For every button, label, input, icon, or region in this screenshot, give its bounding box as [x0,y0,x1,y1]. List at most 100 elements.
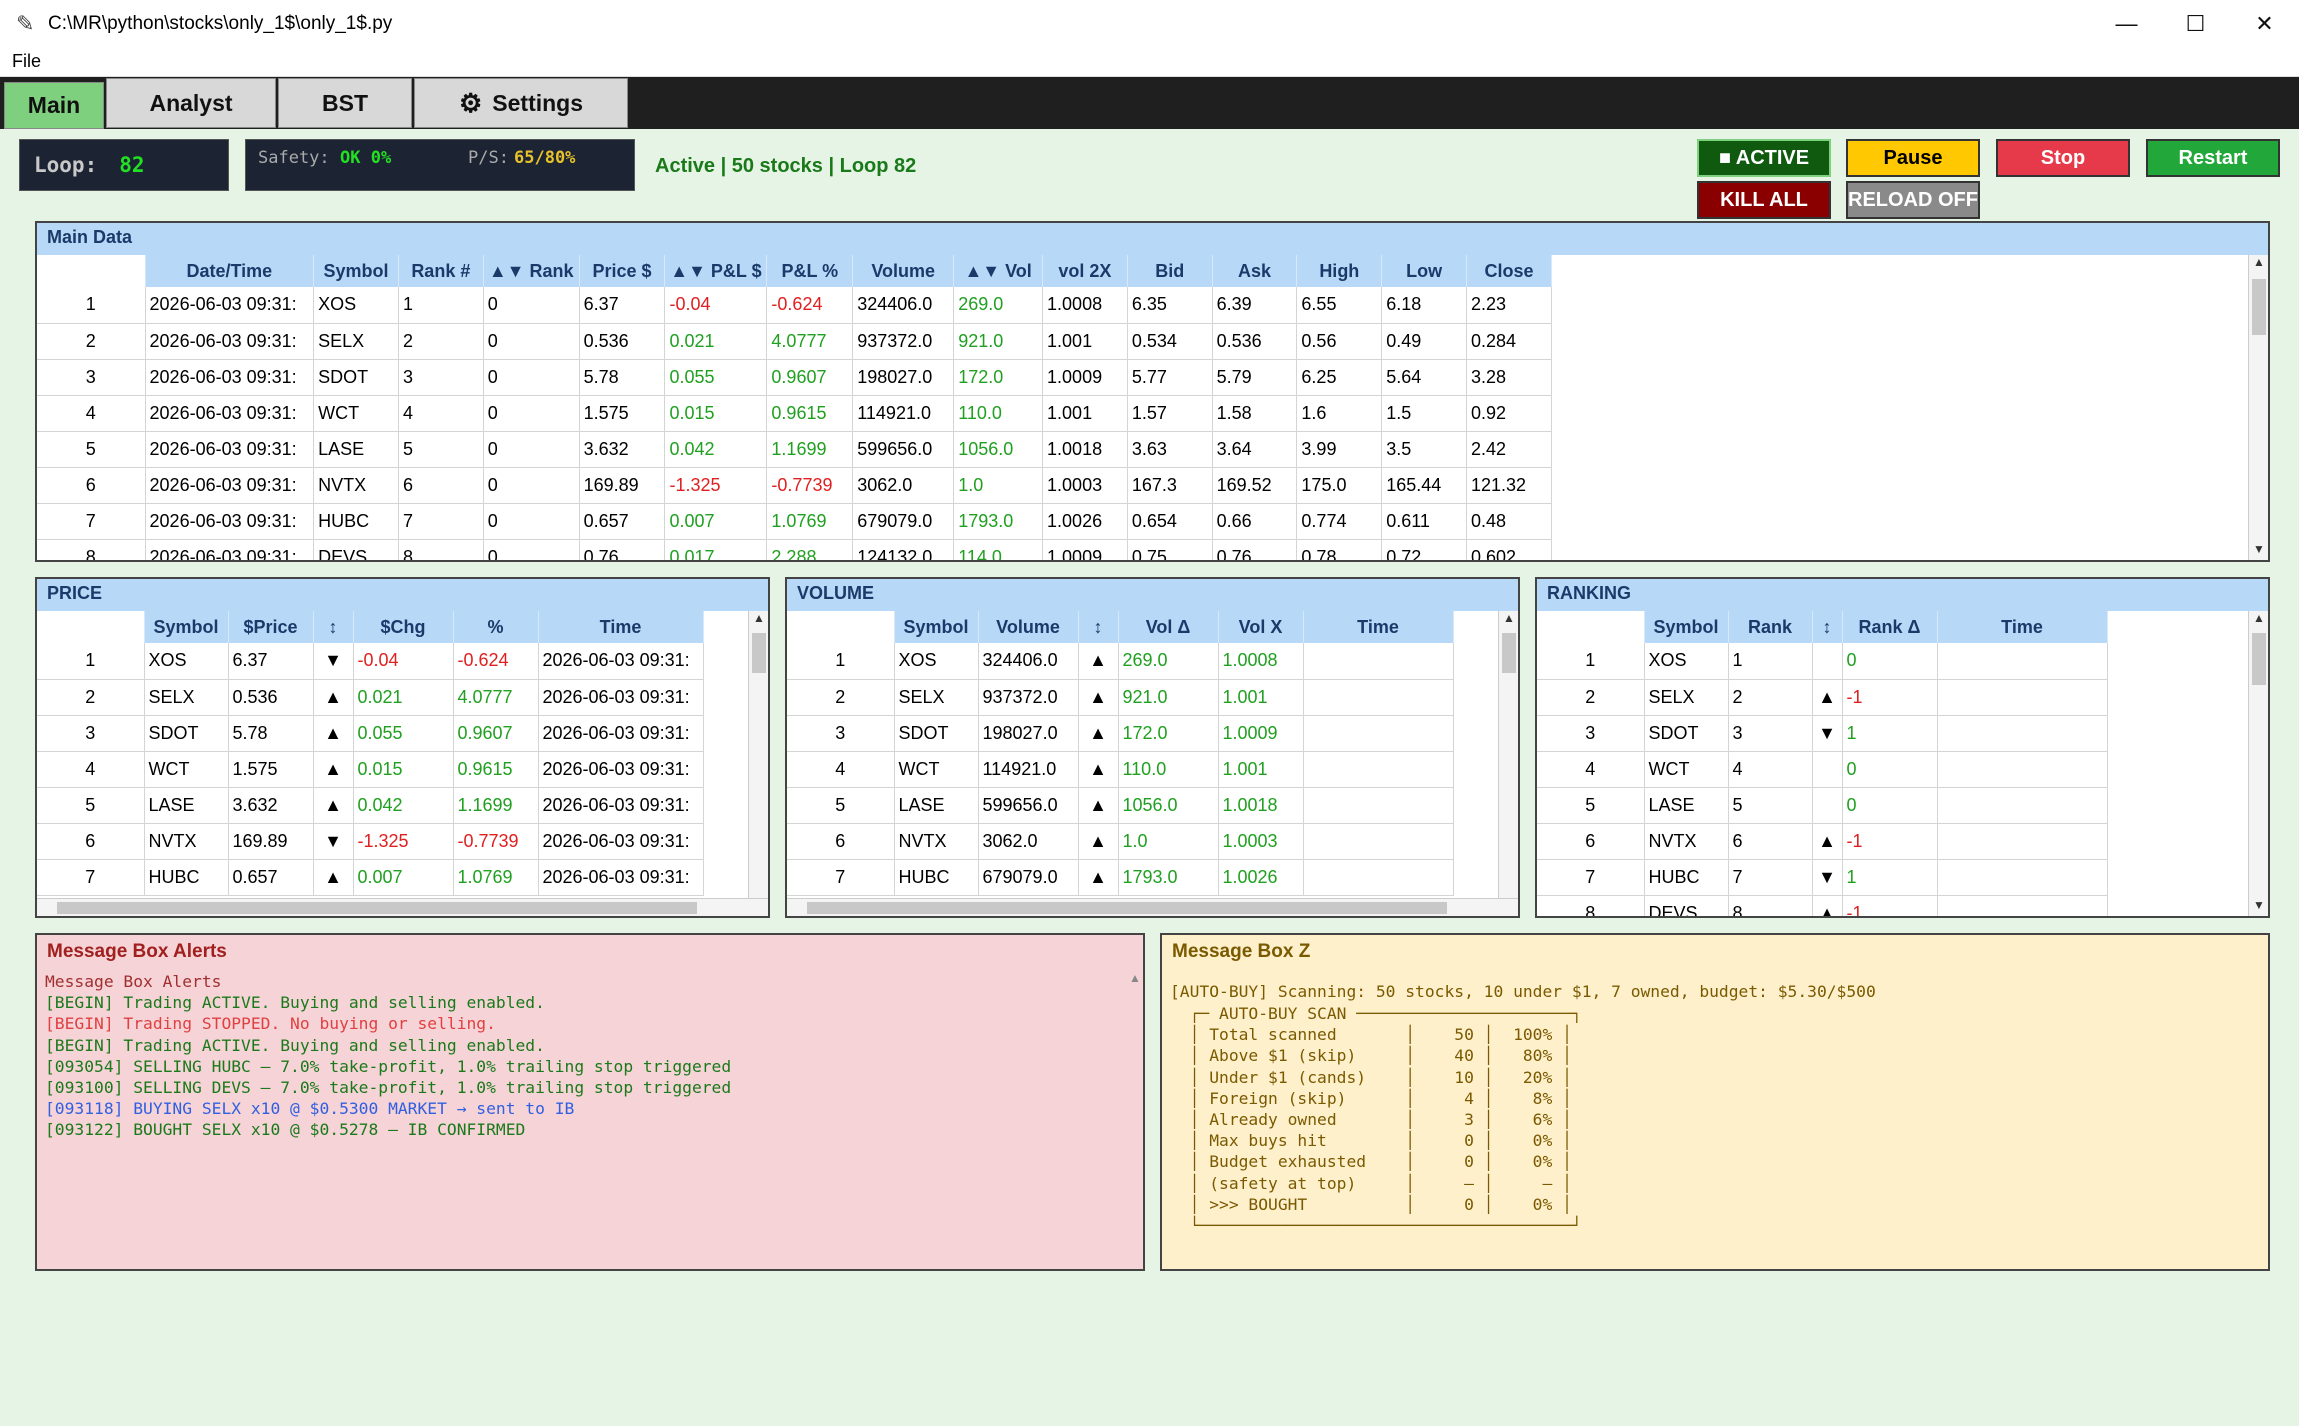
reload-button[interactable]: RELOAD OFF [1846,181,1980,219]
pause-button[interactable]: Pause [1846,139,1980,177]
ranking-col-header[interactable]: Time [1937,611,2108,643]
scroll-up-icon[interactable]: ▲ [1499,611,1518,629]
ranking-col-header[interactable]: Symbol [1644,611,1729,643]
main_data-cell: 2026-06-03 09:31: [145,323,315,360]
main_data-col-header[interactable]: Date/Time [145,255,315,287]
maximize-icon[interactable]: ☐ [2161,0,2230,47]
main_data-col-header[interactable]: ▲▼ Rank [483,255,580,287]
table-row[interactable]: 2 2026-06-03 09:31: SELX 2 0 0.536 0.021 4.0777… [37,323,1552,360]
main_data-col-header[interactable]: Ask [1212,255,1298,287]
price-col-header[interactable]: $Price [228,611,314,643]
volume-col-header[interactable]: Time [1303,611,1454,643]
table-row[interactable]: 7 HUBC 7 ▼ 1 [1537,859,2108,896]
tab-bst[interactable]: BST [278,78,412,128]
tab-analyst[interactable]: Analyst [106,78,276,128]
price-col-header[interactable] [37,611,145,643]
main_data-col-header[interactable]: Volume [852,255,955,287]
minimize-icon[interactable]: — [2092,0,2161,47]
main_data-col-header[interactable] [37,255,146,287]
price-col-header[interactable]: % [453,611,539,643]
price-hscrollbar[interactable] [37,898,768,916]
table-row[interactable]: 8 DEVS 8 ▲ -1 [1537,895,2108,916]
volume-scrollbar[interactable]: ▲ [1498,611,1518,898]
close-icon[interactable]: ✕ [2230,0,2299,47]
table-row[interactable]: 6 2026-06-03 09:31: NVTX 6 0 169.89 -1.325 -0.7… [37,467,1552,504]
main_data-col-header[interactable]: ▲▼ Vol [953,255,1044,287]
price-col-header[interactable]: ↕ [313,611,354,643]
table-row[interactable]: 1 XOS 1 0 [1537,643,2108,680]
price-col-header[interactable]: $Chg [353,611,454,643]
table-row[interactable]: 4 WCT 1.575 ▲ 0.015 0.9615 2026-06-03 09:31: [37,751,704,788]
table-row[interactable]: 2 SELX 937372.0 ▲ 921.0 1.001 [787,679,1454,716]
stop-button[interactable]: Stop [1996,139,2130,177]
volume-cell: 921.0 [1118,679,1219,716]
table-row[interactable]: 5 LASE 3.632 ▲ 0.042 1.1699 2026-06-03 09:31: [37,787,704,824]
table-row[interactable]: 5 LASE 5 0 [1537,787,2108,824]
table-row[interactable]: 1 2026-06-03 09:31: XOS 1 0 6.37 -0.04 -0.624 32… [37,287,1552,324]
volume-col-header[interactable]: Volume [978,611,1079,643]
main_data-col-header[interactable]: Rank # [398,255,484,287]
main_data-col-header[interactable]: Close [1466,255,1552,287]
ranking-col-header[interactable]: Rank Δ [1842,611,1938,643]
main_data-col-header[interactable]: High [1296,255,1383,287]
tab-settings[interactable]: ⚙ Settings [414,78,628,128]
scroll-up-icon[interactable]: ▲ [2249,611,2268,629]
table-row[interactable]: 6 NVTX 169.89 ▼ -1.325 -0.7739 2026-06-03 09:3… [37,823,704,860]
restart-button[interactable]: Restart [2146,139,2280,177]
table-row[interactable]: 6 NVTX 6 ▲ -1 [1537,823,2108,860]
msgz-hscrollbar[interactable] [1162,1251,2268,1269]
scroll-up-icon[interactable]: ▲ [2249,255,2268,273]
table-row[interactable]: 1 XOS 6.37 ▼ -0.04 -0.624 2026-06-03 09:31: [37,643,704,680]
main_data-col-header[interactable]: ▲▼ P&L $ [664,255,768,287]
scroll-down-icon[interactable]: ▼ [2249,898,2268,916]
active-button[interactable]: ■ ACTIVE [1697,139,1831,177]
table-row[interactable]: 4 WCT 114921.0 ▲ 110.0 1.001 [787,751,1454,788]
main_data-col-header[interactable]: Bid [1127,255,1213,287]
kill-all-button[interactable]: KILL ALL [1697,181,1831,219]
table-row[interactable]: 8 2026-06-03 09:31: DEVS 8 0 0.76 0.017 2.288 12… [37,539,1552,560]
table-row[interactable]: 6 NVTX 3062.0 ▲ 1.0 1.0003 [787,823,1454,860]
table-row[interactable]: 3 SDOT 3 ▼ 1 [1537,715,2108,752]
main_data-col-header[interactable]: Low [1381,255,1468,287]
scroll-up-icon[interactable]: ▲ [1125,971,1143,989]
table-row[interactable]: 3 2026-06-03 09:31: SDOT 3 0 5.78 0.055 0.9607 1… [37,359,1552,396]
table-row[interactable]: 7 2026-06-03 09:31: HUBC 7 0 0.657 0.007 1.0769… [37,503,1552,540]
ranking-col-header[interactable]: Rank [1728,611,1813,643]
volume-col-header[interactable]: ↕ [1078,611,1119,643]
volume-col-header[interactable]: Vol X [1218,611,1304,643]
table-row[interactable]: 4 WCT 4 0 [1537,751,2108,788]
ranking-col-header[interactable] [1537,611,1645,643]
scroll-down-icon[interactable]: ▼ [2249,542,2268,560]
table-row[interactable]: 3 SDOT 198027.0 ▲ 172.0 1.0009 [787,715,1454,752]
main-data-scrollbar[interactable]: ▲ ▼ [2248,255,2268,560]
table-row[interactable]: 2 SELX 2 ▲ -1 [1537,679,2108,716]
volume-col-header[interactable] [787,611,895,643]
table-row[interactable]: 7 HUBC 679079.0 ▲ 1793.0 1.0026 [787,859,1454,896]
volume-hscrollbar[interactable] [787,898,1518,916]
price-cell: 2026-06-03 09:31: [538,823,704,860]
menu-file[interactable]: File [12,51,41,72]
main_data-col-header[interactable]: vol 2X [1042,255,1128,287]
table-row[interactable]: 7 HUBC 0.657 ▲ 0.007 1.0769 2026-06-03 09:31: [37,859,704,896]
table-row[interactable]: 3 SDOT 5.78 ▲ 0.055 0.9607 2026-06-03 09:31: [37,715,704,752]
price-scrollbar[interactable]: ▲ [748,611,768,898]
volume-col-header[interactable]: Symbol [894,611,979,643]
table-row[interactable]: 5 LASE 599656.0 ▲ 1056.0 1.0018 [787,787,1454,824]
table-row[interactable]: 1 XOS 324406.0 ▲ 269.0 1.0008 [787,643,1454,680]
price-col-header[interactable]: Symbol [144,611,229,643]
alerts-scrollbar[interactable]: ▲ [1125,971,1143,1251]
main_data-col-header[interactable]: Symbol [313,255,399,287]
main_data-col-header[interactable]: Price $ [579,255,666,287]
price-col-header[interactable]: Time [538,611,704,643]
ranking-col-header[interactable]: ↕ [1812,611,1843,643]
table-row[interactable]: 4 2026-06-03 09:31: WCT 4 0 1.575 0.015 0.9615 1… [37,395,1552,432]
table-row[interactable]: 2 SELX 0.536 ▲ 0.021 4.0777 2026-06-03 09:31: [37,679,704,716]
tab-main[interactable]: Main [4,82,104,129]
table-row[interactable]: 5 2026-06-03 09:31: LASE 5 0 3.632 0.042 1.1699… [37,431,1552,468]
ranking-scrollbar[interactable]: ▲ ▼ [2248,611,2268,916]
volume-col-header[interactable]: Vol Δ [1118,611,1219,643]
alerts-hscrollbar[interactable] [37,1251,1143,1269]
main_data-col-header[interactable]: P&L % [766,255,854,287]
scroll-up-icon[interactable]: ▲ [749,611,768,629]
main_data-cell: 0.015 [664,395,768,432]
